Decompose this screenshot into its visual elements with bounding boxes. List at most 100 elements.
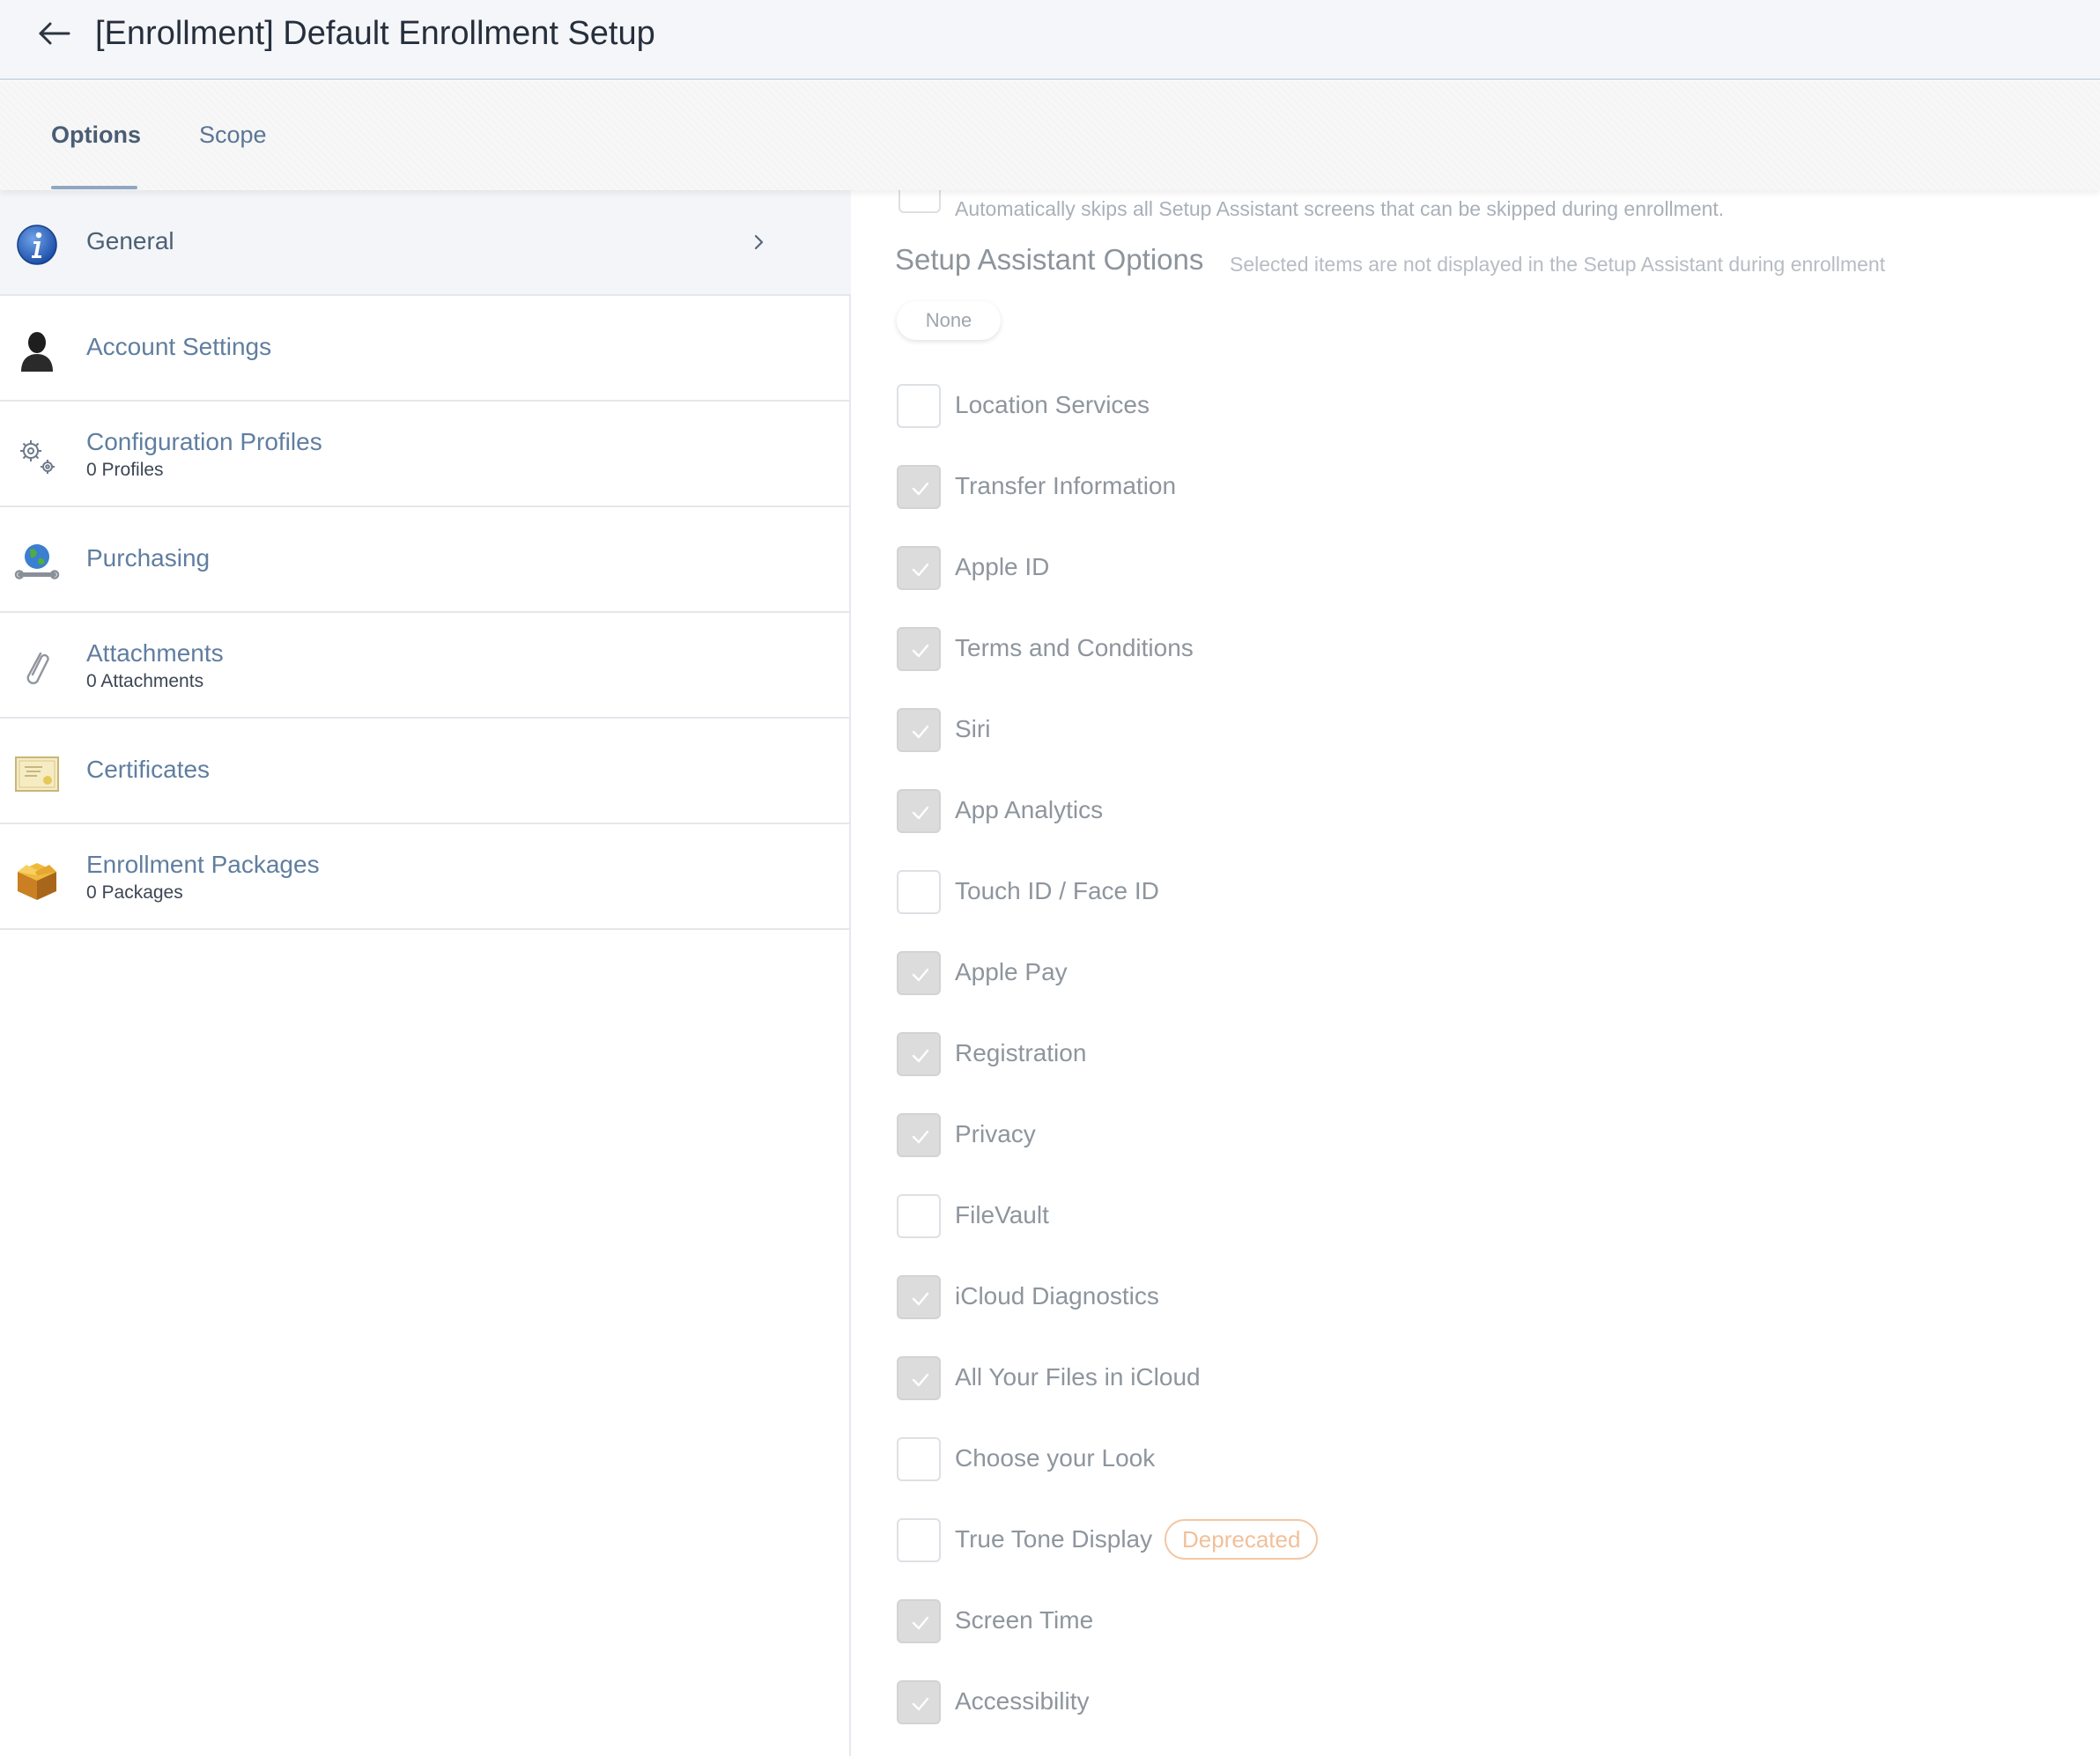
setup-option-label: FileVault	[955, 1201, 1049, 1228]
setup-option-row[interactable]: Apple ID	[897, 546, 1690, 592]
checkmark-icon	[912, 1616, 929, 1630]
setup-option-label: Apple Pay	[955, 958, 1068, 985]
sidebar-item-sublabel: 0 Profiles	[86, 460, 164, 480]
checkmark-icon	[912, 644, 929, 658]
checkmark-icon	[912, 1130, 929, 1144]
sidebar-item-label: Certificates	[86, 756, 211, 783]
checkmark-icon	[912, 968, 929, 982]
checkbox-checked[interactable]	[897, 465, 941, 509]
checkbox-checked[interactable]	[897, 1680, 941, 1724]
sidebar-item-purchasing[interactable]: Purchasing	[0, 507, 851, 613]
setup-option-row[interactable]: Location Services	[897, 384, 1690, 430]
setup-option-label: Registration	[955, 1039, 1087, 1066]
checkbox-unchecked[interactable]	[897, 870, 941, 914]
sidebar: General Account Settings Configuration P…	[0, 190, 851, 1756]
checkmark-icon	[912, 563, 929, 577]
checkbox-unchecked[interactable]	[897, 1437, 941, 1481]
tab-options[interactable]: Options	[51, 122, 141, 149]
checkbox-checked[interactable]	[897, 1275, 941, 1319]
setup-option-row[interactable]: Transfer Information	[897, 465, 1690, 511]
sidebar-item-label: Purchasing	[86, 544, 211, 572]
setup-option-label: Terms and Conditions	[955, 634, 1194, 661]
sidebar-item-label: Enrollment Packages	[86, 851, 320, 878]
setup-option-label: Choose your Look	[955, 1444, 1156, 1472]
skip-all-checkbox[interactable]	[898, 190, 941, 213]
checkmark-icon	[912, 1373, 929, 1387]
checkbox-checked[interactable]	[897, 627, 941, 671]
checkbox-checked[interactable]	[897, 546, 941, 590]
active-tab-indicator	[51, 186, 137, 189]
page-title: [Enrollment] Default Enrollment Setup	[95, 15, 655, 52]
setup-option-row[interactable]: True Tone Display Deprecated	[897, 1518, 1690, 1564]
setup-option-label: Screen Time	[955, 1606, 1094, 1634]
setup-option-label: Location Services	[955, 391, 1150, 418]
tab-scope[interactable]: Scope	[199, 122, 267, 149]
paperclip-icon	[14, 645, 60, 690]
setup-option-row[interactable]: Privacy	[897, 1113, 1690, 1159]
setup-option-row[interactable]: Touch ID / Face ID	[897, 870, 1690, 916]
checkbox-checked[interactable]	[897, 1599, 941, 1643]
checkbox-checked[interactable]	[897, 1113, 941, 1157]
sidebar-item-general[interactable]: General	[0, 190, 851, 296]
setup-option-row[interactable]: Accessibility	[897, 1680, 1690, 1726]
user-silhouette-icon	[14, 328, 60, 373]
tab-bar: Options Scope	[0, 81, 2100, 190]
setup-option-label: All Your Files in iCloud	[955, 1363, 1201, 1391]
setup-option-row[interactable]: Siri	[897, 708, 1690, 754]
back-arrow-icon[interactable]	[35, 16, 74, 51]
setup-option-label: True Tone Display	[955, 1525, 1153, 1553]
setup-option-label: Touch ID / Face ID	[955, 877, 1159, 904]
setup-option-row[interactable]: FileVault	[897, 1194, 1690, 1240]
setup-option-row[interactable]: App Analytics	[897, 789, 1690, 835]
checkbox-unchecked[interactable]	[897, 1194, 941, 1238]
setup-option-label: Transfer Information	[955, 472, 1177, 499]
checkbox-checked[interactable]	[897, 1356, 941, 1400]
setup-option-row[interactable]: Screen Time	[897, 1599, 1690, 1645]
setup-assistant-panel: Automatically skips all Setup Assistant …	[853, 190, 2100, 1756]
sidebar-item-label: Attachments	[86, 639, 224, 667]
section-hint: Selected items are not displayed in the …	[1230, 253, 1886, 276]
sidebar-item-sublabel: 0 Attachments	[86, 671, 204, 691]
sidebar-item-certificates[interactable]: Certificates	[0, 719, 851, 824]
deprecated-badge: Deprecated	[1165, 1519, 1319, 1560]
checkmark-icon	[912, 482, 929, 496]
checkbox-unchecked[interactable]	[897, 1518, 941, 1562]
checkmark-icon	[912, 1697, 929, 1711]
chevron-right-icon	[751, 229, 768, 255]
package-box-icon	[14, 856, 60, 902]
checkmark-icon	[912, 1292, 929, 1306]
sidebar-item-label: Account Settings	[86, 333, 272, 360]
setup-option-row[interactable]: iCloud Diagnostics	[897, 1275, 1690, 1321]
setup-option-row[interactable]: Registration	[897, 1032, 1690, 1078]
checkbox-checked[interactable]	[897, 951, 941, 995]
select-none-button[interactable]: None	[897, 301, 1001, 340]
setup-option-row[interactable]: All Your Files in iCloud	[897, 1356, 1690, 1402]
sidebar-item-label: Configuration Profiles	[86, 428, 322, 455]
sidebar-item-configuration-profiles[interactable]: Configuration Profiles 0 Profiles	[0, 402, 851, 507]
checkbox-checked[interactable]	[897, 789, 941, 833]
gears-icon	[14, 433, 60, 479]
section-title: Setup Assistant Options	[895, 243, 1204, 276]
checkmark-icon	[912, 1049, 929, 1063]
sidebar-item-label: General	[86, 227, 174, 255]
setup-option-label: Siri	[955, 715, 991, 742]
checkbox-unchecked[interactable]	[897, 384, 941, 428]
setup-option-row[interactable]: Terms and Conditions	[897, 627, 1690, 673]
setup-option-row[interactable]: Apple Pay	[897, 951, 1690, 997]
setup-option-label: Privacy	[955, 1120, 1036, 1147]
setup-option-row[interactable]: Choose your Look	[897, 1437, 1690, 1483]
info-icon	[14, 222, 60, 268]
checkmark-icon	[912, 725, 929, 739]
sidebar-item-attachments[interactable]: Attachments 0 Attachments	[0, 613, 851, 719]
checkbox-checked[interactable]	[897, 1032, 941, 1076]
sidebar-item-sublabel: 0 Packages	[86, 882, 183, 903]
checkbox-checked[interactable]	[897, 708, 941, 752]
sidebar-item-account-settings[interactable]: Account Settings	[0, 296, 851, 402]
setup-option-label: Apple ID	[955, 553, 1050, 580]
sidebar-item-enrollment-packages[interactable]: Enrollment Packages 0 Packages	[0, 824, 851, 930]
setup-option-label: Accessibility	[955, 1687, 1090, 1715]
page-header: [Enrollment] Default Enrollment Setup	[0, 0, 2100, 80]
skip-all-description: Automatically skips all Setup Assistant …	[955, 197, 1725, 220]
checkmark-icon	[912, 806, 929, 820]
globe-wrench-icon	[14, 539, 60, 585]
